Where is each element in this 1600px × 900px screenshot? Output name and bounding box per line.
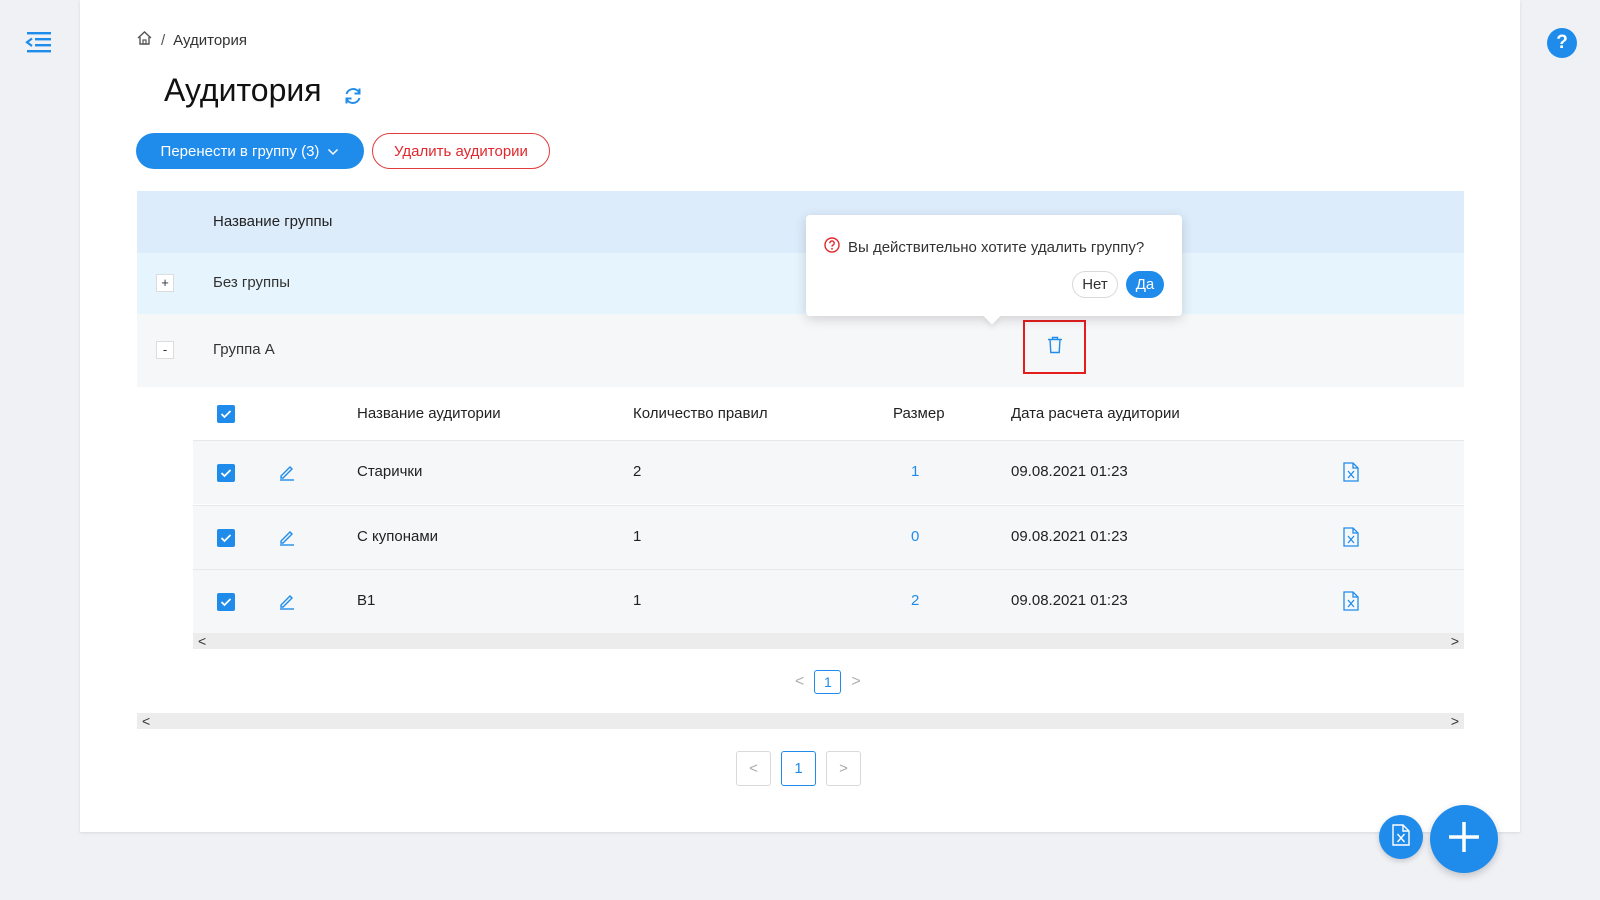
question-circle-icon [824, 237, 840, 257]
size-link[interactable]: 2 [911, 592, 919, 609]
page-1-button[interactable]: 1 [781, 751, 816, 786]
group-name: Группа А [213, 341, 275, 358]
delete-audiences-button[interactable]: Удалить аудитории [372, 133, 550, 169]
next-page-button[interactable]: > [826, 751, 861, 786]
audience-table-header: Название аудитории Количество правил Раз… [193, 388, 1464, 440]
breadcrumb-separator: / [161, 31, 166, 49]
scroll-left-arrow[interactable]: < [142, 713, 150, 729]
next-page-button[interactable]: > [851, 673, 860, 691]
column-rules-count: Количество правил [633, 405, 768, 422]
help-button[interactable]: ? [1547, 28, 1577, 58]
row-checkbox[interactable] [217, 529, 235, 547]
move-to-group-button[interactable]: Перенести в группу (3) [136, 133, 364, 169]
group-row-no-group[interactable]: + Без группы [137, 253, 1464, 314]
rules-count: 1 [633, 528, 642, 545]
chevron-down-icon [327, 143, 339, 160]
scroll-right-arrow[interactable]: > [1451, 713, 1459, 729]
delete-group-button[interactable] [1023, 320, 1086, 374]
plus-icon [1446, 819, 1482, 860]
edit-icon[interactable] [278, 592, 296, 615]
excel-export-icon[interactable] [1343, 527, 1359, 552]
popconfirm-yes-button[interactable]: Да [1126, 271, 1164, 298]
rules-count: 1 [633, 592, 642, 609]
edit-icon[interactable] [278, 528, 296, 551]
rules-count: 2 [633, 463, 642, 480]
group-row-group-a[interactable]: - Группа А [137, 314, 1464, 387]
menu-toggle-icon[interactable] [24, 28, 54, 58]
size-link[interactable]: 1 [911, 463, 919, 480]
popconfirm-message-row: Вы действительно хотите удалить группу? [824, 237, 1144, 257]
groups-table-header: Название группы [137, 191, 1464, 253]
row-checkbox[interactable] [217, 464, 235, 482]
scroll-left-arrow[interactable]: < [198, 633, 206, 649]
excel-export-icon[interactable] [1343, 591, 1359, 616]
inner-horizontal-scrollbar[interactable]: < > [193, 633, 1464, 649]
audience-name: Старички [357, 463, 423, 480]
column-group-name: Название группы [213, 213, 333, 230]
outer-pagination: < 1 > [736, 751, 861, 786]
excel-file-icon [1392, 823, 1410, 851]
breadcrumb: / Аудитория [136, 30, 247, 50]
calc-date: 09.08.2021 01:23 [1011, 528, 1128, 545]
edit-icon[interactable] [278, 463, 296, 486]
expand-button[interactable]: + [156, 274, 174, 292]
page-1-button[interactable]: 1 [814, 670, 842, 694]
popconfirm-message: Вы действительно хотите удалить группу? [848, 238, 1145, 256]
refresh-icon[interactable] [342, 85, 364, 107]
calc-date: 09.08.2021 01:23 [1011, 592, 1128, 609]
trash-icon [1047, 336, 1063, 359]
column-calc-date: Дата расчета аудитории [1011, 405, 1180, 422]
row-checkbox[interactable] [217, 593, 235, 611]
collapse-button[interactable]: - [156, 341, 174, 359]
home-icon[interactable] [136, 30, 153, 50]
table-row[interactable]: Старички 2 1 09.08.2021 01:23 [193, 440, 1464, 504]
prev-page-button[interactable]: < [736, 751, 771, 786]
export-excel-button[interactable] [1379, 815, 1423, 859]
size-link[interactable]: 0 [911, 528, 919, 545]
popconfirm-no-button[interactable]: Нет [1072, 271, 1118, 298]
select-all-checkbox[interactable] [217, 405, 235, 423]
group-name: Без группы [213, 274, 291, 291]
audience-name: В1 [357, 592, 376, 609]
delete-group-popconfirm: Вы действительно хотите удалить группу? … [806, 215, 1182, 316]
main-panel: / Аудитория Аудитория Перенести в группу… [80, 0, 1520, 832]
breadcrumb-current: Аудитория [173, 31, 248, 49]
excel-export-icon[interactable] [1343, 462, 1359, 487]
table-row[interactable]: В1 1 2 09.08.2021 01:23 [193, 569, 1464, 633]
column-audience-name: Название аудитории [357, 405, 501, 422]
add-audience-button[interactable] [1430, 805, 1498, 873]
audience-name: С купонами [357, 528, 439, 545]
calc-date: 09.08.2021 01:23 [1011, 463, 1128, 480]
move-to-group-label: Перенести в группу (3) [160, 142, 320, 160]
table-row[interactable]: С купонами 1 0 09.08.2021 01:23 [193, 505, 1464, 569]
outer-horizontal-scrollbar[interactable]: < > [137, 713, 1464, 729]
prev-page-button[interactable]: < [795, 673, 804, 691]
page-title: Аудитория [164, 72, 322, 108]
scroll-right-arrow[interactable]: > [1451, 633, 1459, 649]
column-size: Размер [893, 405, 945, 422]
inner-pagination: < 1 > [795, 670, 861, 694]
